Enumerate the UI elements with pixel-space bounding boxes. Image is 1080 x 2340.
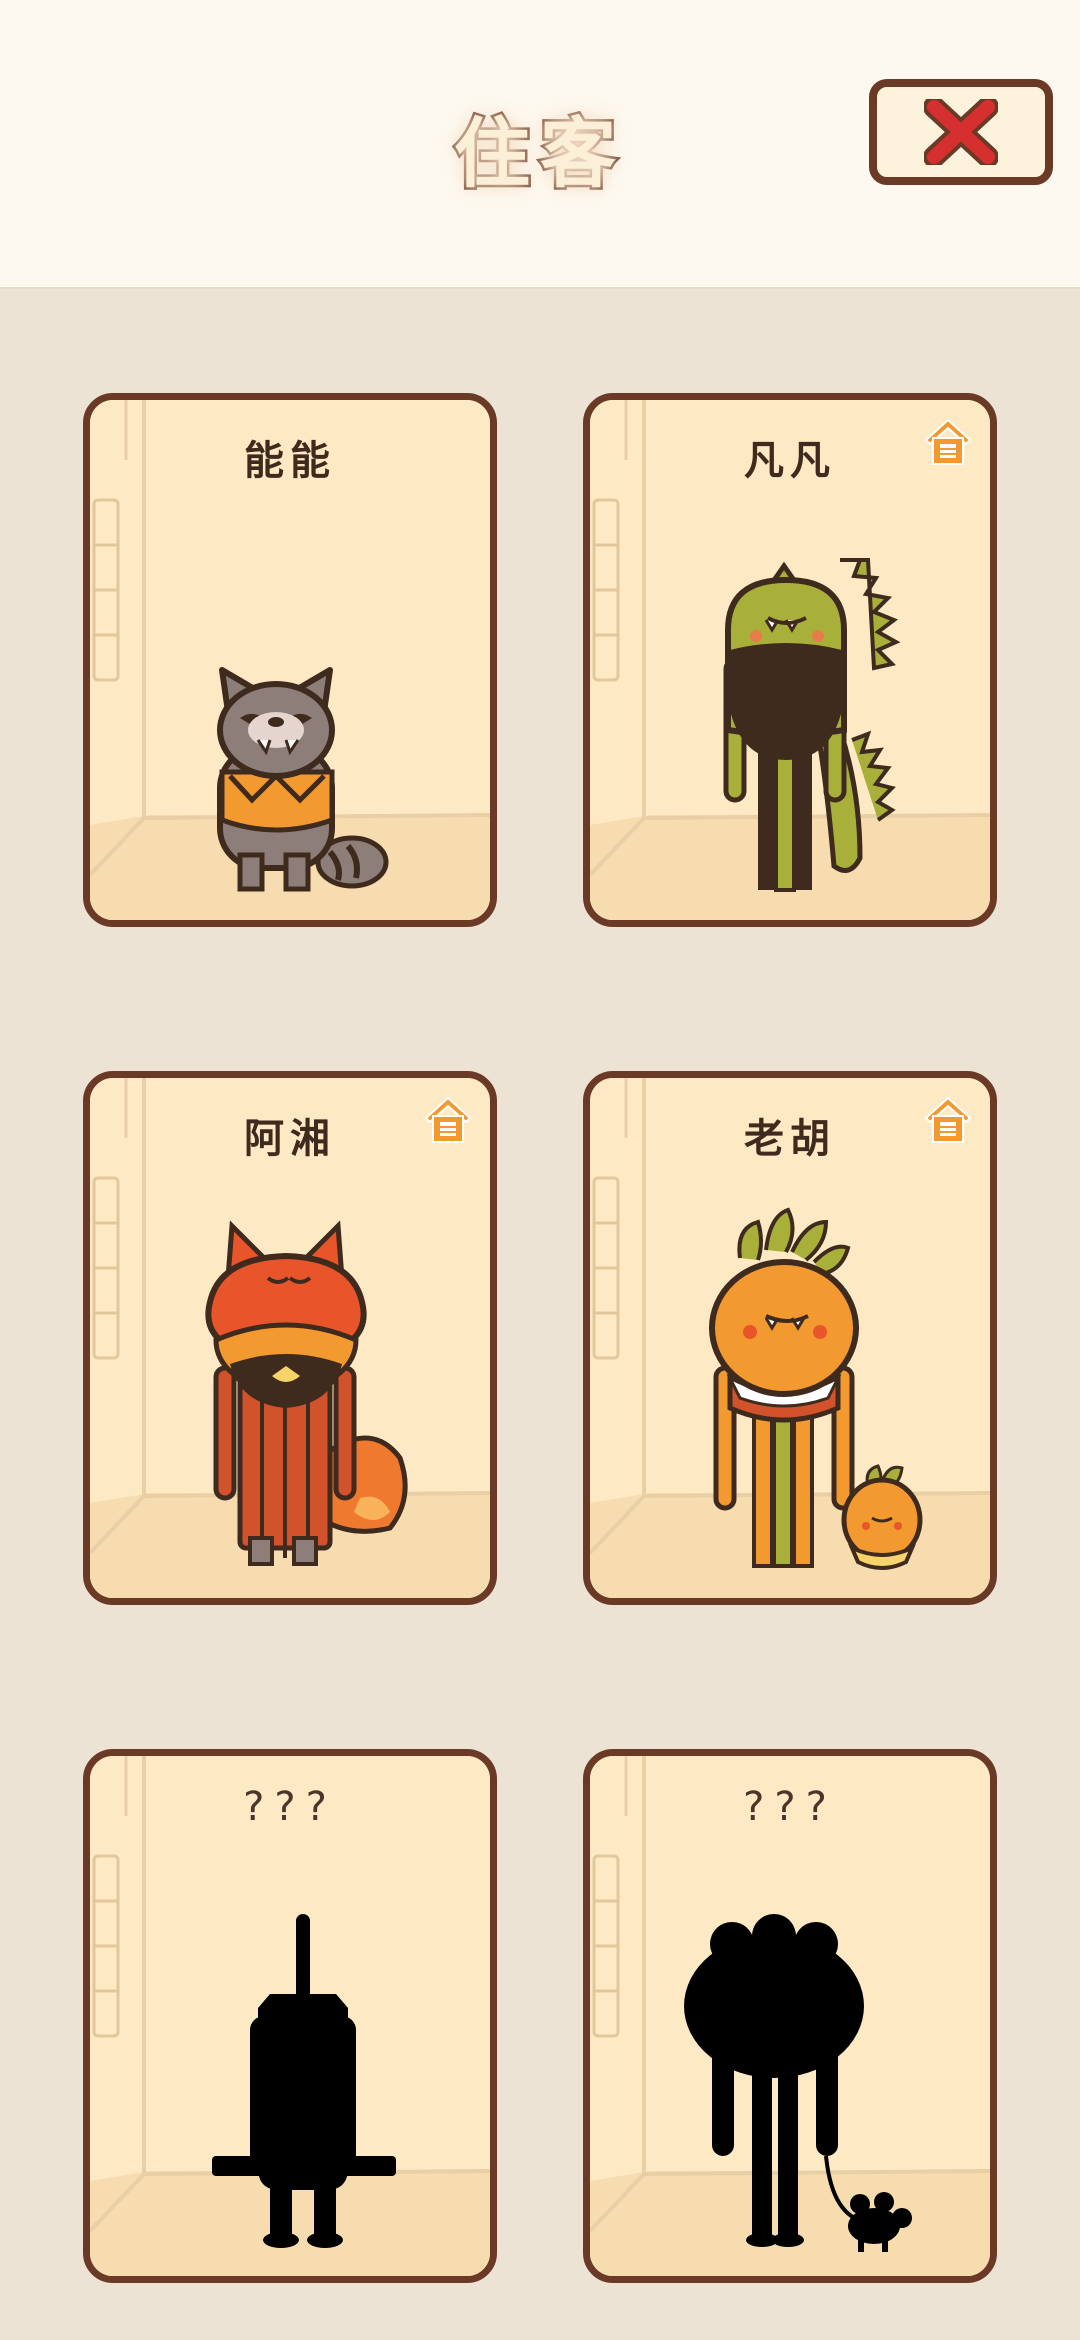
resident-card[interactable]: 老胡 [583, 1071, 997, 1605]
close-x-icon [924, 99, 998, 165]
red-fox-character-icon [205, 1220, 408, 1566]
resident-card-locked[interactable]: ??? [83, 1749, 497, 2283]
green-dinosaur-character-icon [723, 558, 901, 892]
resident-card[interactable]: 凡凡 [583, 393, 997, 927]
raccoon-character-icon [217, 667, 389, 892]
silhouette-character-icon [212, 1914, 396, 2248]
resident-card[interactable]: 能能 [83, 393, 497, 927]
resident-card-locked[interactable]: ??? [583, 1749, 997, 2283]
orange-pineapple-character-icon [709, 1207, 923, 1570]
resident-card[interactable]: 阿湘 [83, 1071, 497, 1605]
silhouette-character-icon [684, 1914, 912, 2252]
close-button[interactable] [869, 79, 1053, 185]
top-bar: 住客 [0, 0, 1080, 289]
